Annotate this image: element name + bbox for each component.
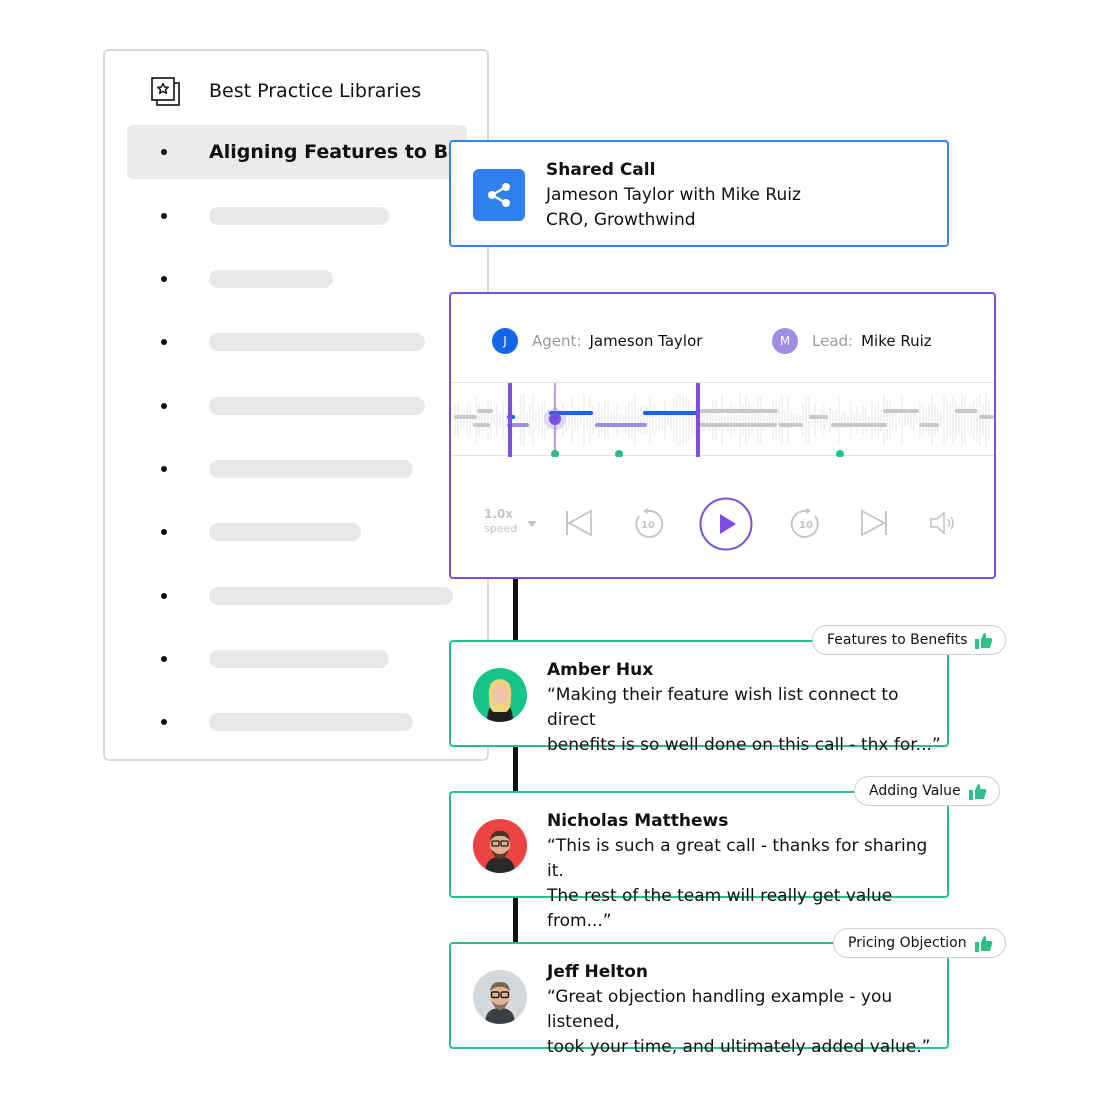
bullet [161,593,167,599]
thumbs-up-icon [974,935,992,952]
placeholder-bar [209,460,413,478]
comment-text-line: “This is such a great call - thanks for … [547,836,928,881]
waveform[interactable] [451,383,994,457]
library-header: Best Practice Libraries [149,75,421,107]
placeholder-bar [209,207,389,225]
shared-call-title: Shared Call [546,160,656,180]
rewind-10-icon[interactable]: 10 [631,507,665,541]
library-item[interactable] [127,505,467,559]
volume-icon[interactable] [929,510,959,536]
shared-call-card[interactable]: Shared Call Jameson Taylor with Mike Rui… [449,140,949,247]
comment-card[interactable]: Jeff Helton “Great objection handling ex… [449,942,949,1057]
bullet [161,276,167,282]
speed-value: 1.0x [484,507,513,521]
waveform-timeline[interactable] [451,382,994,457]
chevron-down-icon[interactable] [527,521,537,527]
library-item[interactable] [127,632,467,686]
tag-label: Pricing Objection [848,935,967,951]
bullet [161,149,167,155]
library-item[interactable] [127,252,467,306]
avatar [473,819,527,873]
bullet [161,213,167,219]
commenter-name: Nicholas Matthews [547,811,729,831]
commenter-name: Amber Hux [547,660,654,680]
shared-call-company: CRO, Growthwind [546,210,696,230]
bullet [161,339,167,345]
comment-text-line: took your time, and ultimately added val… [547,1037,931,1057]
library-item[interactable] [127,189,467,243]
avatar [473,668,527,722]
playback-controls: 1.0x speed 10 10 [451,489,994,559]
thumbs-up-icon [968,783,986,800]
bullet [161,403,167,409]
lead-participant: M Lead: Mike Ruiz [772,328,932,354]
library-item[interactable] [127,695,467,749]
commenter-name: Jeff Helton [547,962,649,982]
placeholder-bar [209,713,413,731]
speed-selector[interactable]: 1.0x speed [484,507,517,536]
tag-label: Adding Value [869,783,961,799]
placeholder-bar [209,270,333,288]
comment-text-line: “Making their feature wish list connect … [547,685,899,730]
tag-badge[interactable]: Features to Benefits [812,625,1007,655]
library-item[interactable] [127,569,467,623]
clip-end-marker [696,383,700,457]
call-player-card: J Agent: Jameson Taylor M Lead: Mike Rui… [449,292,996,579]
placeholder-bar [209,587,453,605]
playhead-handle [549,413,561,425]
tag-badge[interactable]: Pricing Objection [833,928,1006,958]
lead-role-label: Lead: [812,332,854,350]
comment-marker [551,450,559,457]
clip-start-marker [508,383,512,457]
comment-marker [836,450,844,457]
bullet [161,719,167,725]
speed-label: speed [484,522,518,535]
agent-role-label: Agent: [532,332,582,350]
lead-avatar: M [772,328,798,354]
comment-text-line: “Great objection handling example - you … [547,987,893,1032]
tag-label: Features to Benefits [827,632,968,648]
thumbs-up-icon [975,632,993,649]
library-item[interactable] [127,379,467,433]
forward-10-icon[interactable]: 10 [789,507,823,541]
comment-text-line: benefits is so well done on this call - … [547,735,941,755]
placeholder-bar [209,523,361,541]
rewind-seconds: 10 [641,520,655,531]
placeholder-bar [209,397,425,415]
library-title: Best Practice Libraries [209,80,422,102]
comment-card[interactable]: Amber Hux “Making their feature wish lis… [449,640,949,755]
agent-avatar: J [492,328,518,354]
skip-to-end-icon[interactable] [859,508,889,538]
share-icon [473,169,525,221]
comment-text-line: The rest of the team will really get val… [547,886,893,931]
comment-marker [615,450,623,457]
play-button[interactable] [699,497,753,551]
placeholder-bar [209,650,389,668]
agent-participant: J Agent: Jameson Taylor [492,328,702,354]
library-item[interactable] [127,315,467,369]
lead-name: Mike Ruiz [861,332,932,350]
timeline-connector [513,578,518,958]
best-practice-library-panel: Best Practice Libraries Aligning Feature… [103,49,496,761]
library-item-active[interactable]: Aligning Features to Ben... [127,125,496,179]
avatar [473,970,527,1024]
bullet [161,656,167,662]
starred-library-icon [151,77,180,106]
library-item[interactable] [127,442,467,496]
agent-name: Jameson Taylor [589,332,703,350]
tag-badge[interactable]: Adding Value [854,776,1000,806]
skip-to-start-icon[interactable] [564,508,594,538]
comment-card[interactable]: Nicholas Matthews “This is such a great … [449,791,949,931]
shared-call-participants: Jameson Taylor with Mike Ruiz [546,185,801,205]
placeholder-bar [209,333,425,351]
forward-seconds: 10 [799,520,813,531]
bullet [161,466,167,472]
bullet [161,529,167,535]
